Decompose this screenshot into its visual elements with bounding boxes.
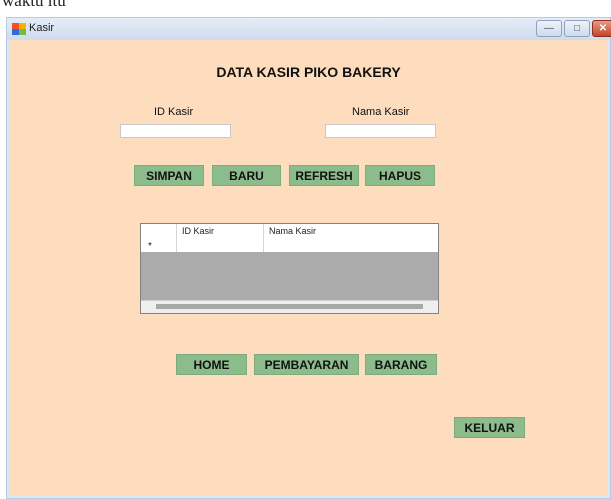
kasir-window: Kasir — □ ✕ DATA KASIR PIKO BAKERY ID Ka… <box>6 17 611 499</box>
document-text: waktu itu <box>2 0 66 10</box>
keluar-button[interactable]: KELUAR <box>454 417 525 438</box>
new-row-marker: * <box>141 239 177 252</box>
close-button[interactable]: ✕ <box>592 20 611 37</box>
column-header-nama-kasir[interactable]: Nama Kasir <box>264 224 437 239</box>
table-row[interactable]: * <box>141 239 438 252</box>
nama-kasir-field[interactable] <box>325 124 436 138</box>
maximize-button[interactable]: □ <box>564 20 590 37</box>
scrollbar-thumb[interactable] <box>156 304 423 309</box>
pembayaran-button[interactable]: PEMBAYARAN <box>254 354 359 375</box>
home-button[interactable]: HOME <box>176 354 247 375</box>
id-kasir-label: ID Kasir <box>154 106 194 118</box>
form-client-area: DATA KASIR PIKO BAKERY ID Kasir Nama Kas… <box>10 40 607 495</box>
grid-corner-cell <box>141 224 177 239</box>
page-title: DATA KASIR PIKO BAKERY <box>216 64 401 80</box>
hapus-button[interactable]: HAPUS <box>365 165 435 186</box>
baru-button[interactable]: BARU <box>212 165 281 186</box>
barang-button[interactable]: BARANG <box>365 354 437 375</box>
cell-nama-kasir[interactable] <box>264 239 437 252</box>
app-window-icon <box>12 23 26 35</box>
grid-header-row: ID Kasir Nama Kasir <box>141 224 438 240</box>
horizontal-scrollbar[interactable] <box>141 300 438 313</box>
simpan-button[interactable]: SIMPAN <box>134 165 204 186</box>
column-header-id-kasir[interactable]: ID Kasir <box>177 224 264 239</box>
id-kasir-field[interactable] <box>120 124 231 138</box>
refresh-button[interactable]: REFRESH <box>289 165 359 186</box>
nama-kasir-label: Nama Kasir <box>352 106 410 118</box>
minimize-button[interactable]: — <box>536 20 562 37</box>
cell-id-kasir[interactable] <box>177 239 264 252</box>
title-bar[interactable]: Kasir — □ ✕ <box>7 18 611 40</box>
window-title: Kasir <box>29 22 55 34</box>
kasir-data-grid[interactable]: ID Kasir Nama Kasir * <box>140 223 439 314</box>
